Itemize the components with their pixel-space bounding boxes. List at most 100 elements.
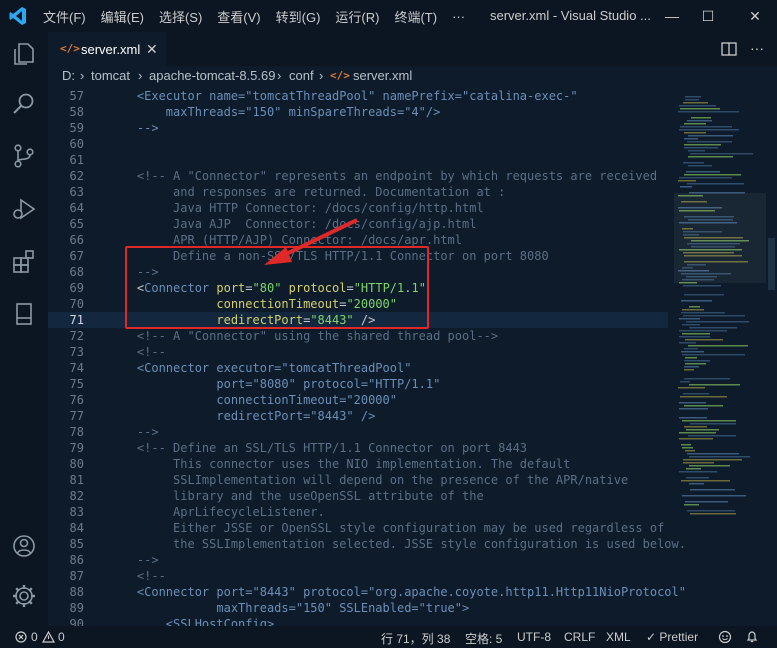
breadcrumb-separator: › [80, 68, 85, 83]
minimap-line [688, 150, 705, 152]
feedback-icon[interactable] [718, 630, 732, 644]
code-line[interactable]: 89 maxThreads="150" SSLEnabled="true"> [48, 600, 668, 616]
code-line[interactable]: 85 the SSLImplementation selected. JSSE … [48, 536, 686, 552]
code-line[interactable]: 86 --> [48, 552, 668, 568]
search-icon[interactable] [10, 90, 38, 118]
code-line[interactable]: 84 Either JSSE or OpenSSL style configur… [48, 520, 668, 536]
code-token: maxThreads="150" SSLEnabled="true"> [108, 601, 470, 615]
more-actions-icon[interactable]: ··· [748, 40, 766, 58]
minimap-line [684, 366, 699, 368]
code-line[interactable]: 61 [48, 152, 668, 168]
code-line[interactable]: 59 --> [48, 120, 668, 136]
tab-server-xml[interactable]: </> server.xml ✕ [48, 32, 166, 67]
line-number: 57 [69, 89, 84, 103]
menu-edit[interactable]: 编辑(E) [101, 7, 144, 26]
explorer-icon[interactable] [10, 40, 38, 68]
minimap-line [690, 489, 735, 491]
prettier-status[interactable]: ✓ Prettier [646, 630, 698, 644]
code-line[interactable]: 60 [48, 136, 668, 152]
menu-selection[interactable]: 选择(S) [159, 7, 202, 26]
error-count[interactable]: 0 [31, 630, 38, 644]
account-icon[interactable] [10, 532, 38, 560]
line-text: --> [108, 552, 159, 568]
tab-close-icon[interactable]: ✕ [146, 41, 158, 58]
minimap-line [684, 426, 707, 428]
minimap-line [686, 477, 709, 479]
xml-file-icon: </> [330, 69, 350, 82]
code-line[interactable]: 78 --> [48, 424, 668, 440]
minimap-viewport[interactable] [674, 193, 766, 283]
code-line[interactable]: 72 <!-- A "Connector" using the shared t… [48, 328, 668, 344]
code-line[interactable]: 82 library and the useOpenSSL attribute … [48, 488, 668, 504]
line-text: <!-- A "Connector" using the shared thre… [108, 328, 498, 344]
remote-explorer-icon[interactable] [10, 300, 38, 328]
breadcrumb-file[interactable]: server.xml [353, 68, 412, 83]
code-line[interactable]: 90 <SSLHostConfig> [48, 616, 668, 626]
warning-icon[interactable] [42, 631, 55, 643]
code-line[interactable]: 75 port="8080" protocol="HTTP/1.1" [48, 376, 668, 392]
breadcrumb-tomcat[interactable]: tomcat [91, 68, 130, 83]
maximize-button[interactable]: ☐ [698, 6, 718, 26]
code-line[interactable]: 87 <!-- [48, 568, 668, 584]
menu-run[interactable]: 运行(R) [335, 7, 379, 26]
warning-count[interactable]: 0 [58, 630, 65, 644]
code-line[interactable]: 79 <!-- Define an SSL/TLS HTTP/1.1 Conne… [48, 440, 668, 456]
line-ending[interactable]: CRLF [564, 630, 595, 644]
code-line[interactable]: 83 AprLifecycleListener. [48, 504, 668, 520]
minimap-line [690, 153, 753, 155]
code-line[interactable]: 64 Java HTTP Connector: /docs/config/htt… [48, 200, 668, 216]
minimap-line [689, 465, 730, 467]
encoding[interactable]: UTF-8 [517, 630, 551, 644]
line-number: 71 [69, 313, 84, 327]
code-line[interactable]: 88 <Connector port="8443" protocol="org.… [48, 584, 686, 600]
breadcrumb-apache-tomcat[interactable]: apache-tomcat-8.5.69 [149, 68, 275, 83]
code-line[interactable]: 76 connectionTimeout="20000" [48, 392, 668, 408]
indentation[interactable]: 空格: 5 [465, 630, 502, 647]
menu-file[interactable]: 文件(F) [43, 7, 86, 26]
code-line[interactable]: 77 redirectPort="8443" /> [48, 408, 668, 424]
line-number: 64 [69, 201, 84, 215]
minimap[interactable] [674, 88, 766, 626]
error-icon[interactable] [15, 631, 27, 643]
minimap-line [679, 105, 716, 107]
code-line[interactable]: 62 <!-- A "Connector" represents an endp… [48, 168, 668, 184]
extensions-icon[interactable] [10, 248, 38, 276]
breadcrumb-conf[interactable]: conf [289, 68, 314, 83]
code-token: <!-- A "Connector" represents an endpoin… [108, 169, 658, 183]
breadcrumb-drive[interactable]: D: [62, 68, 75, 83]
run-debug-icon[interactable] [10, 195, 38, 223]
scrollbar-thumb[interactable] [768, 238, 775, 290]
code-line[interactable]: 57 <Executor name="tomcatThreadPool" nam… [48, 88, 668, 104]
code-token: This connector uses the NIO implementati… [108, 457, 571, 471]
language-mode[interactable]: XML [606, 630, 631, 644]
minimize-button[interactable]: — [662, 6, 682, 26]
notifications-bell-icon[interactable] [745, 630, 759, 644]
code-token: Java HTTP Connector: /docs/config/http.h… [108, 201, 484, 215]
split-editor-icon[interactable] [720, 40, 738, 58]
minimap-line [687, 183, 744, 185]
code-line[interactable]: 81 SSLImplementation will depend on the … [48, 472, 668, 488]
menu-go[interactable]: 转到(G) [276, 7, 321, 26]
code-line[interactable]: 73 <!-- [48, 344, 668, 360]
code-line[interactable]: 58 maxThreads="150" minSpareThreads="4"/… [48, 104, 668, 120]
code-editor[interactable]: 57 <Executor name="tomcatThreadPool" nam… [48, 88, 777, 626]
menu-view[interactable]: 查看(V) [217, 7, 260, 26]
code-line[interactable]: 63 and responses are returned. Documenta… [48, 184, 668, 200]
minimap-line [683, 162, 704, 164]
code-line[interactable]: 80 This connector uses the NIO implement… [48, 456, 668, 472]
vscode-logo-icon [9, 7, 26, 25]
minimap-line [679, 408, 708, 410]
line-number: 81 [69, 473, 84, 487]
settings-gear-icon[interactable] [10, 582, 38, 610]
vertical-scrollbar[interactable] [766, 88, 777, 626]
line-number: 68 [69, 265, 84, 279]
menu-terminal[interactable]: 终端(T) [394, 7, 437, 26]
line-number: 73 [69, 345, 84, 359]
code-line[interactable]: 74 <Connector executor="tomcatThreadPool… [48, 360, 668, 376]
source-control-icon[interactable] [10, 142, 38, 170]
line-number: 65 [69, 217, 84, 231]
cursor-position[interactable]: 行 71，列 38 [381, 630, 450, 647]
close-window-button[interactable]: ✕ [745, 6, 765, 26]
minimap-line [686, 429, 719, 431]
menu-more-icon[interactable]: ··· [452, 9, 465, 24]
